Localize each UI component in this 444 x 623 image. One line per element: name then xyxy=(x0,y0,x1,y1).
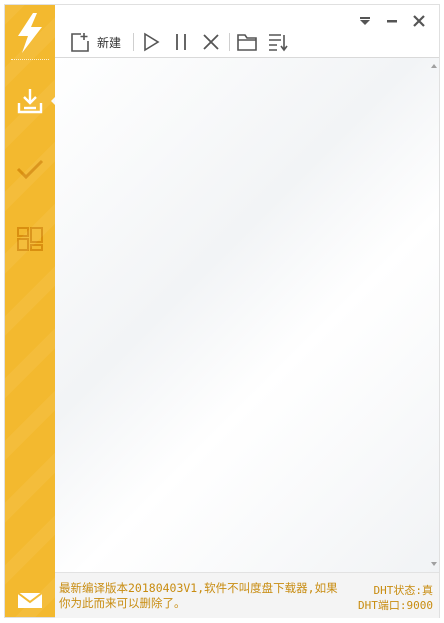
sidebar-item-downloading[interactable] xyxy=(5,79,56,123)
dropdown-menu-icon xyxy=(360,17,370,25)
new-task-label: 新建 xyxy=(97,35,122,50)
grid-panels-icon xyxy=(17,227,43,251)
main-panel: 新建 最新编译版本20180403V1,软件不叫度盘下载器,如果你为此而来可以删… xyxy=(55,5,439,618)
new-task-icon xyxy=(71,33,89,52)
status-bar: 最新编译版本20180403V1,软件不叫度盘下载器,如果你为此而来可以删除了。… xyxy=(55,572,439,618)
toolbar-divider xyxy=(229,33,230,51)
start-button[interactable] xyxy=(141,31,161,53)
download-tray-icon xyxy=(17,89,43,114)
scroll-down-arrow[interactable] xyxy=(431,562,437,566)
close-button[interactable] xyxy=(409,11,429,31)
sidebar-item-completed[interactable] xyxy=(5,147,55,191)
lightning-bolt-icon[interactable] xyxy=(13,11,47,55)
open-folder-icon xyxy=(237,34,257,51)
minimize-button[interactable] xyxy=(382,11,402,31)
dht-status: DHT状态:真 xyxy=(373,584,434,597)
sidebar-item-apps[interactable] xyxy=(5,217,55,261)
start-icon xyxy=(144,32,160,52)
delete-icon xyxy=(203,34,219,50)
new-task-button[interactable]: 新建 xyxy=(69,31,121,53)
checkmark-icon xyxy=(16,159,44,180)
close-icon xyxy=(413,15,425,27)
version-notice: 最新编译版本20180403V1,软件不叫度盘下载器,如果你为此而来可以删除了。 xyxy=(59,581,338,610)
pause-button[interactable] xyxy=(171,31,191,53)
delete-button[interactable] xyxy=(201,31,221,53)
vertical-scrollbar[interactable] xyxy=(429,58,439,572)
dropdown-menu-button[interactable] xyxy=(355,11,375,31)
sort-icon xyxy=(269,34,288,52)
scroll-up-arrow[interactable] xyxy=(431,64,437,68)
toolbar: 新建 xyxy=(55,5,439,58)
minimize-icon xyxy=(387,20,397,23)
envelope-icon[interactable] xyxy=(16,590,44,610)
sort-button[interactable] xyxy=(267,31,289,53)
app-window: 新建 最新编译版本20180403V1,软件不叫度盘下载器,如果你为此而来可以删… xyxy=(4,4,440,618)
sidebar xyxy=(5,5,56,617)
download-list[interactable] xyxy=(55,58,439,572)
open-folder-button[interactable] xyxy=(236,31,258,53)
toolbar-divider xyxy=(133,33,134,51)
sidebar-divider xyxy=(11,59,49,60)
pause-icon xyxy=(176,34,186,50)
dht-port: DHT端口:9000 xyxy=(358,599,433,612)
